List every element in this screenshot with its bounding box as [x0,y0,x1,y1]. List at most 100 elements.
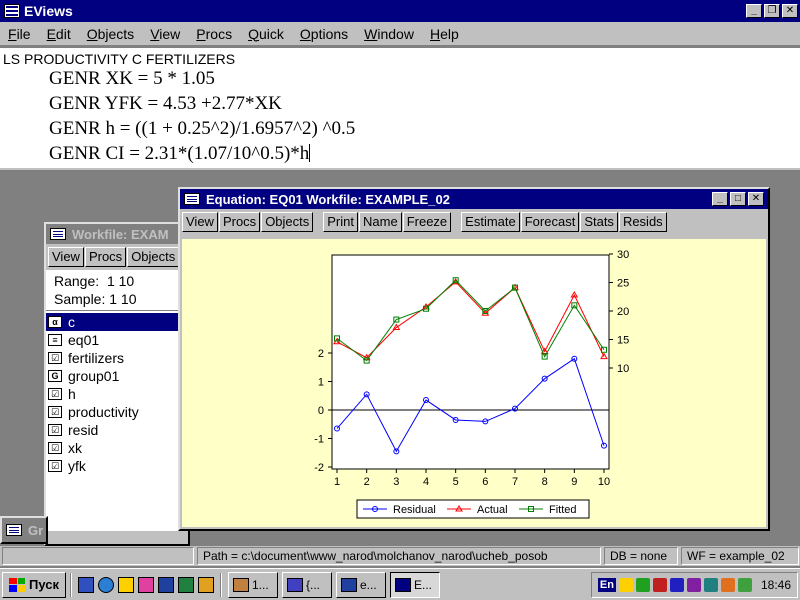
sample-label: Sample: [54,291,106,307]
menu-help[interactable]: Help [422,26,467,42]
command-line-genr-yfk[interactable]: GENR YFK = 4.53 +2.77*XK [49,93,282,115]
sample-value: 1 10 [109,291,137,307]
tray-app-icon-6[interactable] [720,577,735,592]
tray-app-icon-2[interactable] [652,577,667,592]
command-line-genr-ci[interactable]: GENR CI = 2.31*(1.07/10^0.5)*h [49,143,311,165]
command-line-genr-xk[interactable]: GENR XK = 5 * 1.05 [49,68,215,90]
left-tick-label: -2 [314,462,324,474]
plot-frame [331,254,610,470]
eq-view-button[interactable]: View [182,212,218,232]
equation-title: Equation: EQ01 Workfile: EXAMPLE_02 [206,191,450,207]
menu-window[interactable]: Window [356,26,422,42]
minimized-group-titlebar[interactable]: Gr [2,518,46,542]
menu-objects[interactable]: Objects [79,26,142,42]
workfile-item-h[interactable]: ☑ h [46,385,188,403]
tray-app-icon-3[interactable] [669,577,684,592]
quicklaunch-desktop-icon[interactable] [78,576,94,593]
menu-quick[interactable]: Quick [240,26,292,42]
legend-label-residual: Residual [393,504,436,516]
series-object-icon: ☑ [48,352,62,364]
tray-app-icon-4[interactable] [686,577,701,592]
language-indicator[interactable]: En [597,577,616,592]
task-1-label: 1... [252,577,269,592]
menu-options[interactable]: Options [292,26,356,42]
start-button[interactable]: Пуск [2,571,66,598]
menu-label-rest: ptions [310,25,349,42]
workfile-view-button[interactable]: View [48,247,84,267]
workfile-item-productivity[interactable]: ☑ productivity [46,403,188,421]
x-tick-label: 5 [453,476,459,488]
eq-freeze-button[interactable]: Freeze [402,212,452,232]
tray-app-icon-7[interactable] [737,577,752,592]
eq-print-button[interactable]: Print [323,212,358,232]
restore-button[interactable]: ❐ [764,4,780,18]
task-3-label: e... [360,577,377,592]
eq-name-button[interactable]: Name [359,212,402,232]
menu-view[interactable]: View [142,26,188,42]
tray-app-icon-1[interactable] [635,577,650,592]
task-eviews-icon [395,577,411,592]
series-object-icon: ☑ [48,460,62,472]
speaker-icon[interactable] [618,577,633,592]
minimized-group-window[interactable]: Gr [0,516,48,544]
workfile-item-c[interactable]: αc [46,313,188,331]
minimize-icon: _ [717,193,723,204]
workfile-item-eq01[interactable]: ≡ eq01 [46,331,188,349]
workfile-item-xk[interactable]: ☑ xk [46,439,188,457]
equation-maximize-button[interactable]: □ [730,192,746,206]
eq-objects-button[interactable]: Objects [261,212,314,232]
workfile-titlebar[interactable]: Workfile: EXAM [46,224,188,244]
close-icon: ✕ [751,193,761,204]
workfile-objects-button[interactable]: Objects [127,247,180,267]
x-tick-label: 3 [393,476,399,488]
workfile-item-label: productivity [68,404,139,420]
workfile-item-group01[interactable]: Ggroup01 [46,367,188,385]
quicklaunch-ie-icon[interactable] [98,576,114,593]
workfile-item-label: fertilizers [68,350,125,366]
workfile-item-resid[interactable]: ☑ resid [46,421,188,439]
left-tick-label: -1 [314,434,324,446]
eq-forecast-button[interactable]: Forecast [520,212,580,232]
menu-mnemonic: O [299,25,311,42]
command-line-ls[interactable]: LS PRODUCTIVITY C FERTILIZERS [3,51,235,67]
workfile-item-fertilizers[interactable]: ☑ fertilizers [46,349,188,367]
equation-window[interactable]: Equation: EQ01 Workfile: EXAMPLE_02 _ □ … [178,187,770,531]
x-tick-label: 10 [598,476,610,488]
app-titlebar[interactable]: EViews _ ❐ ✕ [0,0,800,22]
taskbar-task-3[interactable]: e... [336,571,386,598]
menu-file[interactable]: File [0,26,39,42]
equation-titlebar[interactable]: Equation: EQ01 Workfile: EXAMPLE_02 _ □ … [180,189,768,209]
task-1-icon [233,577,249,592]
maximize-icon: □ [734,193,742,204]
command-line-genr-h[interactable]: GENR h = ((1 + 0.25^2)/1.6957^2) ^0.5 [49,118,355,140]
taskbar-task-2[interactable]: {... [282,571,332,598]
equation-close-button[interactable]: ✕ [748,192,764,206]
eq-resids-button[interactable]: Resids [618,212,667,232]
x-tick-label: 8 [542,476,548,488]
minimize-button[interactable]: _ [746,4,762,18]
taskbar-task-1[interactable]: 1... [228,571,278,598]
workfile-object-list[interactable]: α c ≡ eq01 ☑ fertilizers Ggroup01 ☑ h ☑ productivi… [46,311,188,531]
taskbar-task-eviews[interactable]: E... [390,571,440,598]
eq-estimate-button[interactable]: Estimate [461,212,520,232]
workfile-window[interactable]: Workfile: EXAM View Procs Objects Range:… [44,222,190,546]
workfile-item-yfk[interactable]: ☑ yfk [46,457,188,475]
quicklaunch-media-icon[interactable] [138,576,154,593]
menu-edit[interactable]: Edit [39,26,79,42]
range-label: Range: [54,273,100,289]
workfile-procs-button[interactable]: Procs [84,247,127,267]
quicklaunch-excel-icon[interactable] [178,576,194,593]
quicklaunch-word-icon[interactable] [158,576,174,593]
menu-procs[interactable]: Procs [188,26,240,42]
eviews-app-icon[interactable] [4,4,20,18]
quicklaunch-app-icon[interactable] [118,576,134,593]
close-button[interactable]: ✕ [782,4,798,18]
tray-app-icon-5[interactable] [703,577,718,592]
eq-procs-button[interactable]: Procs [218,212,261,232]
equation-minimize-button[interactable]: _ [712,192,728,206]
command-window[interactable]: LS PRODUCTIVITY C FERTILIZERS GENR XK = … [0,48,800,170]
eq-stats-button[interactable]: Stats [580,212,618,232]
status-bar: Path = c:\document\www_narod\molchanov_n… [0,546,800,566]
close-icon: ✕ [785,5,795,16]
quicklaunch-tool-icon[interactable] [198,576,214,593]
